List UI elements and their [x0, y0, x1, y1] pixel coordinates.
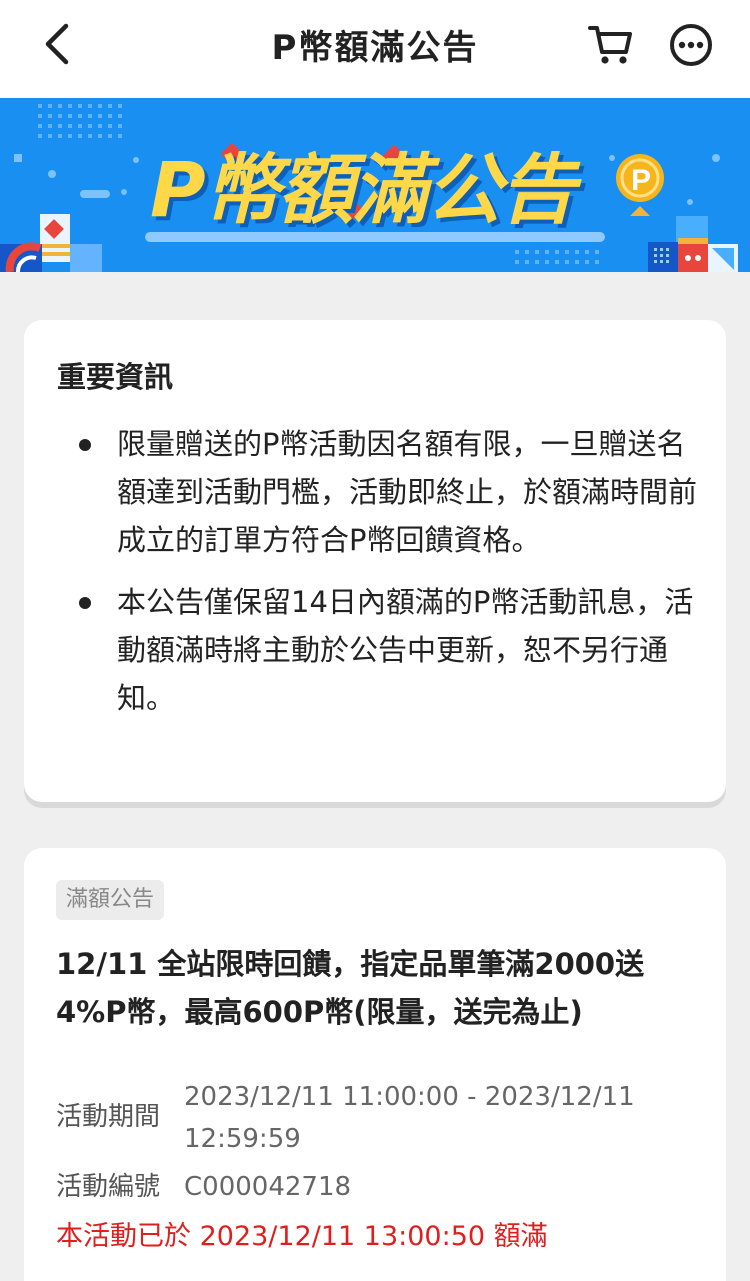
info-item-text: 限量贈送的P幣活動因名額有限，一旦贈送名額達到活動門檻，活動即終止，於額滿時間前…: [117, 427, 698, 557]
code-value: C000042718: [184, 1172, 352, 1202]
info-heading: 重要資訊: [57, 360, 174, 394]
code-label: 活動編號: [56, 1172, 161, 1202]
info-item: 本公告僅保留14日內額滿的P幣活動訊息，活動額滿時將主動於公告中更新，恕不另行通…: [57, 578, 697, 722]
full-status-text: 本活動已於 2023/12/11 13:00:50 額滿: [56, 1221, 548, 1252]
top-nav-bar: P幣額滿公告: [0, 0, 750, 98]
important-info-card: 重要資訊 限量贈送的P幣活動因名額有限，一旦贈送名額達到活動門檻，活動即終止，於…: [24, 320, 726, 802]
announcement-banner: P P幣額滿公告: [0, 98, 750, 272]
more-button[interactable]: [668, 22, 714, 68]
notice-title: 12/11 全站限時回饋，指定品單筆滿2000送4%P幣，最高600P幣(限量，…: [56, 947, 645, 1029]
notice-tag: 滿額公告: [56, 880, 165, 920]
cart-icon: [588, 26, 632, 64]
info-item-text: 本公告僅保留14日內額滿的P幣活動訊息，活動額滿時將主動於公告中更新，恕不另行通…: [117, 585, 694, 715]
banner-title: P幣額滿公告: [150, 145, 576, 234]
more-horizontal-icon: [670, 24, 712, 66]
banner-underline: [145, 232, 605, 242]
page-title: P幣額滿公告: [271, 28, 479, 68]
info-list: 限量贈送的P幣活動因名額有限，一旦贈送名額達到活動門檻，活動即終止，於額滿時間前…: [57, 420, 697, 736]
period-label: 活動期間: [56, 1102, 161, 1132]
info-item: 限量贈送的P幣活動因名額有限，一旦贈送名額達到活動門檻，活動即終止，於額滿時間前…: [57, 420, 697, 564]
period-value: 2023/12/11 11:00:00 - 2023/12/11 12:59:5…: [184, 1082, 635, 1154]
bullet-icon: [79, 597, 91, 609]
bullet-icon: [79, 439, 91, 451]
p-coin-icon: P: [616, 154, 664, 216]
cart-button[interactable]: [586, 22, 634, 68]
notice-card[interactable]: 滿額公告 12/11 全站限時回饋，指定品單筆滿2000送4%P幣，最高600P…: [24, 848, 726, 1281]
svg-text:P: P: [631, 164, 651, 197]
